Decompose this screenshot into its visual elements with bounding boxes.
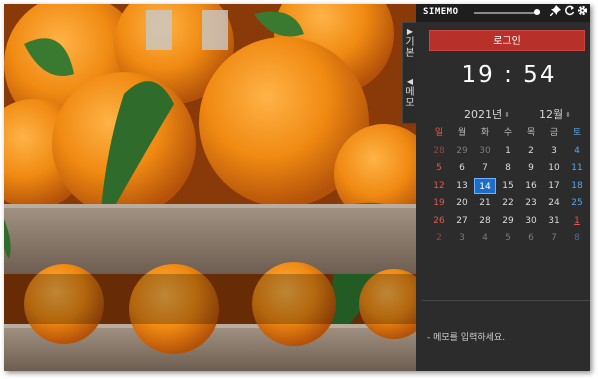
calendar-day[interactable]: 1 (566, 213, 588, 229)
calendar-day[interactable]: 3 (451, 230, 473, 246)
calendar-day[interactable]: 19 (428, 195, 450, 211)
side-tab-strip: ▶ 기본 ◀ 메모 (402, 22, 417, 124)
calendar-weekday-row: 일월화수목금토 (428, 125, 590, 143)
gear-icon[interactable] (576, 5, 589, 20)
calendar-day[interactable]: 10 (543, 160, 565, 176)
calendar-day[interactable]: 16 (520, 178, 542, 194)
calendar-day[interactable]: 21 (474, 195, 496, 211)
calendar-weekday-label: 화 (480, 128, 490, 138)
calendar-day[interactable]: 9 (520, 160, 542, 176)
month-selector[interactable]: 12월 ⬍ (539, 106, 571, 122)
wallpaper-oranges-image (4, 4, 424, 371)
calendar-week-row: 12 13 14 15 16 17 18 (428, 177, 590, 196)
memo-input[interactable]: - 메모를 입력하세요. (427, 330, 505, 343)
calendar-day[interactable]: 27 (451, 213, 473, 229)
calendar-day[interactable]: 13 (451, 178, 473, 194)
calendar-day[interactable]: 22 (497, 195, 519, 211)
calendar-week-row: 2345678 (428, 230, 590, 248)
calendar-day[interactable]: 6 (520, 230, 542, 246)
pin-icon[interactable] (549, 5, 562, 20)
calendar-day[interactable]: 2 (428, 230, 450, 246)
calendar-day[interactable]: 4 (566, 143, 588, 159)
calendar-day[interactable]: 12 (428, 178, 450, 194)
memo-widget-panel: SIMEMO 로그인 19: 54 2021년 ⬍ 12월 ⬍ 일 월 화 수… (416, 4, 590, 371)
memo-divider (422, 300, 590, 301)
month-spin-icon[interactable]: ⬍ (565, 111, 571, 119)
calendar-week-row: 28 29 30 1 2 3 4 (428, 143, 590, 161)
calendar-day[interactable]: 7 (474, 160, 496, 176)
calendar-day[interactable]: 29 (451, 143, 473, 159)
tab-basic-label: 기본 (405, 37, 415, 59)
calendar-day[interactable]: 20 (451, 195, 473, 211)
tab-memo-label: 메모 (405, 87, 415, 109)
year-selector[interactable]: 2021년 ⬍ (464, 106, 510, 122)
calendar-day[interactable]: 17 (543, 178, 565, 194)
calendar-weekday-label: 목 (526, 128, 536, 138)
calendar-day[interactable]: 2 (520, 143, 542, 159)
calendar-day[interactable]: 5 (428, 160, 450, 176)
calendar-day[interactable]: 26 (428, 213, 450, 229)
month-label: 12월 (539, 108, 564, 121)
calendar-day[interactable]: 28 (474, 213, 496, 229)
calendar-day[interactable]: 30 (520, 213, 542, 229)
calendar-day[interactable]: 25 (566, 195, 588, 211)
calendar-day[interactable]: 8 (566, 230, 588, 246)
calendar-weekday-label: 일 (434, 128, 444, 138)
calendar-day[interactable]: 3 (543, 143, 565, 159)
play-icon: ▶ (406, 27, 414, 36)
opacity-slider[interactable] (474, 9, 540, 15)
calendar-day-today[interactable]: 14 (474, 177, 496, 194)
app-brand: SIMEMO (423, 7, 459, 17)
calendar-week-row: 19 20 21 22 23 24 25 (428, 195, 590, 213)
tab-basic[interactable]: ▶ 기본 (403, 27, 417, 59)
calendar-day[interactable]: 6 (451, 160, 473, 176)
year-spin-icon[interactable]: ⬍ (504, 111, 510, 119)
calendar-day[interactable]: 15 (497, 178, 519, 194)
tab-memo[interactable]: ◀ 메모 (403, 77, 417, 109)
calendar-week-row: 5 6 7 8 9 10 11 (428, 160, 590, 178)
calendar-day[interactable]: 18 (566, 178, 588, 194)
calendar-day[interactable]: 23 (520, 195, 542, 211)
desktop-wallpaper (4, 4, 424, 371)
calendar-day[interactable]: 30 (474, 143, 496, 159)
calendar-weekday-label: 토 (572, 128, 582, 138)
calendar-day[interactable]: 1 (497, 143, 519, 159)
calendar-day[interactable]: 31 (543, 213, 565, 229)
widget-titlebar[interactable]: SIMEMO (416, 4, 590, 22)
calendar-day[interactable]: 11 (566, 160, 588, 176)
year-label: 2021년 (464, 108, 503, 121)
back-arrow-icon: ◀ (406, 77, 414, 86)
calendar-day[interactable]: 7 (543, 230, 565, 246)
calendar-weekday-label: 월 (457, 128, 467, 138)
calendar-weekday-label: 금 (549, 128, 559, 138)
calendar-day[interactable]: 29 (497, 213, 519, 229)
desktop-frame: ▶ 기본 ◀ 메모 SIMEMO 로그인 19: 54 2021년 ⬍ 12월… (4, 4, 590, 371)
clock-display: 19 : 54 (461, 62, 557, 88)
calendar-weekday-label: 수 (503, 128, 513, 138)
refresh-icon[interactable] (563, 5, 576, 20)
calendar-day[interactable]: 8 (497, 160, 519, 176)
login-button[interactable]: 로그인 (429, 30, 585, 51)
calendar-day[interactable]: 28 (428, 143, 450, 159)
calendar-week-row: 26 27 28 29 30 31 1 (428, 213, 590, 231)
calendar-day[interactable]: 24 (543, 195, 565, 211)
calendar-day[interactable]: 4 (474, 230, 496, 246)
opacity-slider-knob[interactable] (533, 9, 540, 15)
calendar-day[interactable]: 5 (497, 230, 519, 246)
